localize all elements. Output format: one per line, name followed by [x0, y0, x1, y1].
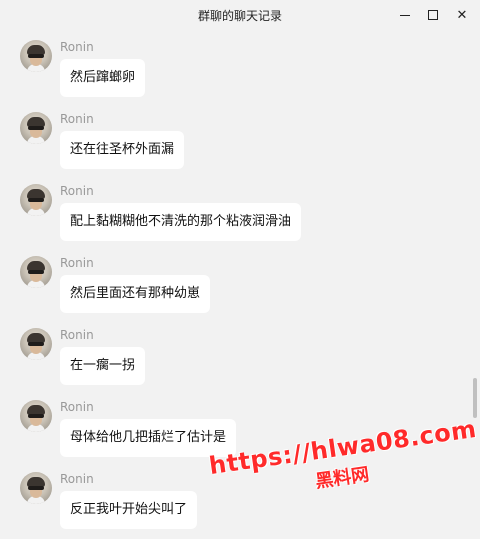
maximize-button[interactable]	[418, 0, 448, 30]
sender-name: Ronin	[60, 40, 94, 54]
close-button[interactable]: ✕	[447, 0, 477, 30]
message-item: Ronin 然后里面还有那种幼崽	[0, 248, 470, 318]
avatar[interactable]	[20, 40, 52, 72]
avatar[interactable]	[20, 400, 52, 432]
avatar[interactable]	[20, 184, 52, 216]
sender-name: Ronin	[60, 256, 94, 270]
message-bubble[interactable]: 在一瘸一拐	[60, 347, 146, 385]
sender-name: Ronin	[60, 184, 94, 198]
message-item: Ronin 反正我叶开始尖叫了	[0, 464, 470, 534]
message-bubble[interactable]: 然后蹿螂卵	[60, 59, 146, 97]
title-bar[interactable]: 群聊的聊天记录 ✕	[0, 0, 480, 30]
message-list[interactable]: Ronin 然后蹿螂卵 Ronin 还在往圣杯外面漏 Ronin 配上黏糊糊他不…	[0, 32, 470, 539]
vertical-scrollbar[interactable]	[470, 30, 480, 539]
sender-name: Ronin	[60, 400, 94, 414]
avatar[interactable]	[20, 328, 52, 360]
message-bubble[interactable]: 母体给他几把插烂了估计是	[60, 419, 237, 457]
avatar[interactable]	[20, 472, 52, 504]
sender-name: Ronin	[60, 112, 94, 126]
sender-name: Ronin	[60, 328, 94, 342]
message-item: Ronin 配上黏糊糊他不清洗的那个粘液润滑油	[0, 176, 470, 246]
minimize-button[interactable]	[390, 0, 420, 30]
scroll-thumb[interactable]	[473, 378, 477, 418]
maximize-icon	[428, 10, 438, 20]
message-bubble[interactable]: 还在往圣杯外面漏	[60, 131, 185, 169]
message-item: Ronin 然后蹿螂卵	[0, 32, 470, 102]
message-item: Ronin 母体给他几把插烂了估计是	[0, 392, 470, 462]
minimize-icon	[400, 14, 410, 16]
message-item: Ronin 还在往圣杯外面漏	[0, 104, 470, 174]
avatar[interactable]	[20, 112, 52, 144]
message-bubble[interactable]: 配上黏糊糊他不清洗的那个粘液润滑油	[60, 203, 302, 241]
message-bubble[interactable]: 反正我叶开始尖叫了	[60, 491, 198, 529]
sender-name: Ronin	[60, 472, 94, 486]
avatar[interactable]	[20, 256, 52, 288]
message-bubble[interactable]: 然后里面还有那种幼崽	[60, 275, 211, 313]
message-item: Ronin 在一瘸一拐	[0, 320, 470, 390]
chat-history-window: 群聊的聊天记录 ✕ Ronin 然后蹿螂卵 Ronin 还在往圣杯外面漏 Ron…	[0, 0, 480, 539]
close-icon: ✕	[456, 7, 468, 23]
